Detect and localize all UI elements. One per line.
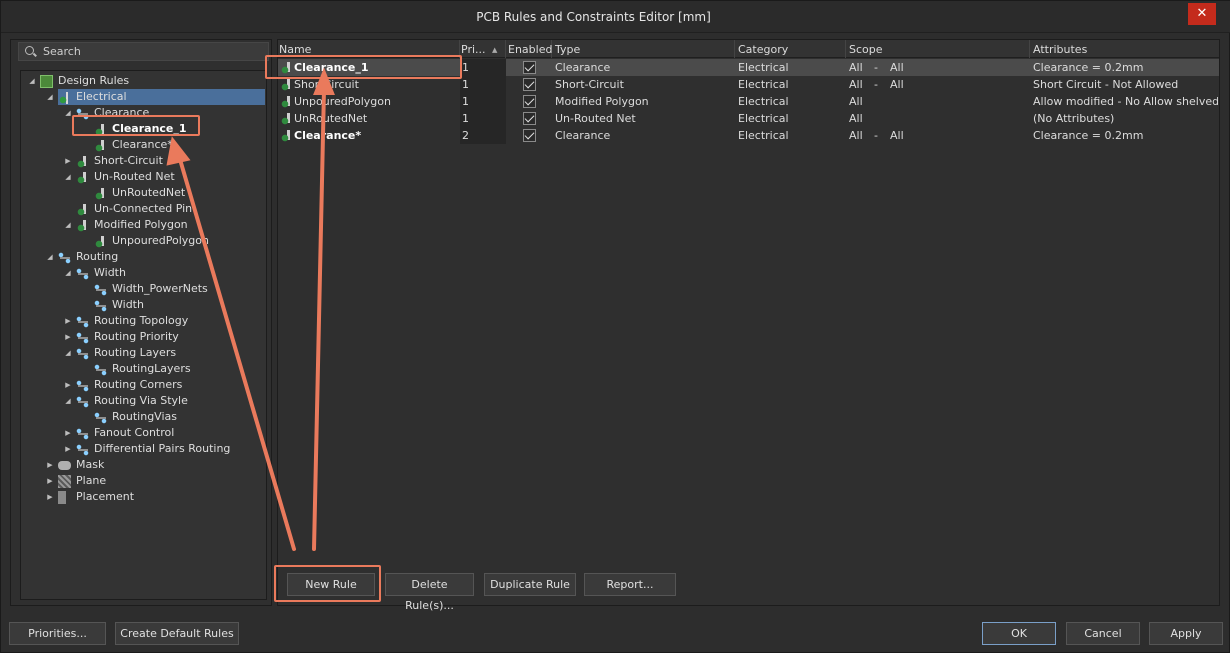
arrow-head-tree <box>166 136 191 166</box>
annotation-arrows <box>166 67 335 551</box>
arrow-head-grid <box>313 67 335 95</box>
arrow-to-tree <box>177 154 296 551</box>
rules-editor-dialog: PCB Rules and Constraints Editor [mm] ✕ … <box>0 0 1230 653</box>
arrow-to-grid <box>312 87 326 551</box>
